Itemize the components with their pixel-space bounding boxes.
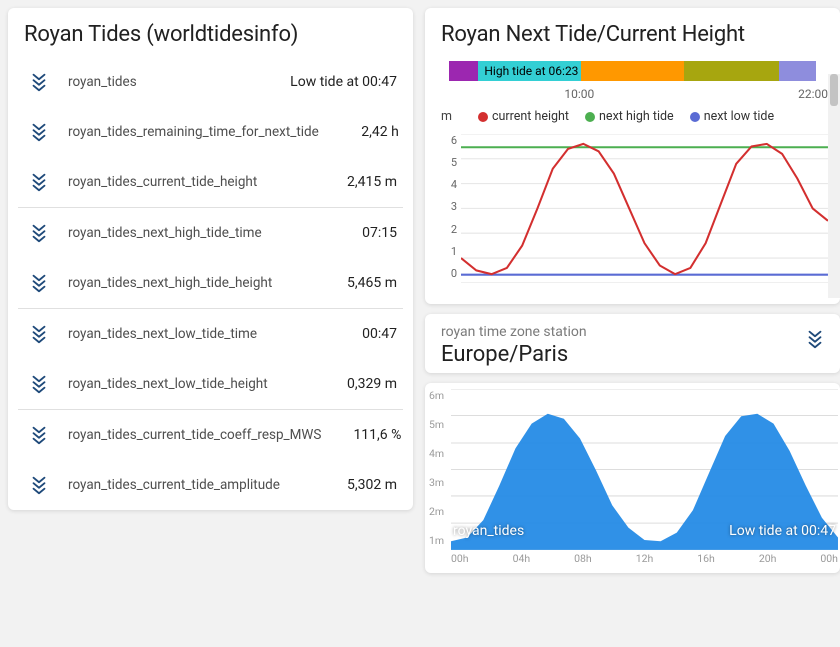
history-segment[interactable] — [449, 61, 478, 81]
entity-value: 2,42 h — [319, 124, 399, 140]
entity-value: 5,465 m — [317, 275, 397, 291]
chart-scrollbar[interactable] — [828, 74, 840, 298]
history-segment[interactable]: High tide at 06:23 — [478, 61, 581, 81]
entity-row[interactable]: royan_tides_current_tide_height2,415 m — [8, 157, 413, 207]
y-axis: 6m 5m 4m 3m 2m 1m — [427, 389, 451, 547]
chevrons-down-icon — [24, 474, 54, 496]
card-title: Royan Tides (worldtidesinfo) — [8, 8, 413, 57]
entity-row[interactable]: royan_tides_next_low_tide_height0,329 m — [8, 359, 413, 409]
entity-row[interactable]: royan_tides_current_tide_coeff_resp_MWS1… — [8, 410, 413, 460]
entity-name: royan_tides_next_high_tide_time — [54, 225, 317, 241]
entity-row[interactable]: royan_tides_next_high_tide_height5,465 m — [8, 258, 413, 308]
entity-value: 07:15 — [317, 225, 397, 241]
entity-row[interactable]: royan_tides_remaining_time_for_next_tide… — [8, 107, 413, 157]
entity-name: royan_tides_current_tide_coeff_resp_MWS — [54, 427, 321, 443]
tick-label: 1m — [429, 534, 451, 547]
tick-label: 16h — [697, 552, 715, 565]
area-overlay: royan_tides Low tide at 00:47 — [451, 523, 838, 539]
line-chart-svg — [461, 134, 828, 283]
line-chart[interactable]: 6543210 — [437, 130, 840, 298]
y-axis-label: m — [441, 109, 452, 124]
chevrons-down-icon — [24, 272, 54, 294]
y-axis: 6543210 — [437, 134, 461, 280]
chevrons-down-icon — [24, 323, 54, 345]
entity-name: royan_tides_current_tide_height — [54, 174, 317, 190]
card-title: Royan Next Tide/Current Height — [425, 8, 840, 57]
entity-row[interactable]: royan_tides_next_high_tide_time07:15 — [8, 208, 413, 258]
chevrons-down-icon — [24, 424, 54, 446]
entity-row[interactable]: royan_tides_current_tide_amplitude5,302 … — [8, 460, 413, 510]
overlay-left-label: royan_tides — [453, 523, 524, 539]
chevrons-down-icon — [24, 71, 54, 93]
x-axis: 00h 04h 08h 12h 16h 20h 00h — [451, 552, 838, 565]
timezone-card[interactable]: royan time zone station Europe/Paris — [425, 314, 840, 373]
history-segment[interactable] — [581, 61, 684, 81]
overlay-right-label: Low tide at 00:47 — [729, 523, 836, 539]
chevrons-down-icon — [24, 121, 54, 143]
history-segment[interactable] — [779, 61, 816, 81]
tide-area-card[interactable]: 6m 5m 4m 3m 2m 1m royan_tides Low tide at 00:… — [425, 383, 840, 573]
chevrons-down-icon — [804, 328, 826, 354]
tides-entities-card: Royan Tides (worldtidesinfo) royan_tides… — [8, 8, 413, 510]
history-segment[interactable] — [684, 61, 779, 81]
legend-item: next high tide — [585, 109, 674, 124]
tick-label: 12h — [636, 552, 654, 565]
legend-item: current height — [478, 109, 569, 124]
tick-label: 6m — [429, 389, 451, 402]
tick-label: 2m — [429, 505, 451, 518]
chart-legend: m current height next high tide next low t… — [425, 103, 840, 128]
entity-name: royan_tides — [54, 74, 290, 90]
entity-value: Low tide at 00:47 — [290, 74, 397, 90]
next-tide-card: Royan Next Tide/Current Height High tide… — [425, 8, 840, 304]
entity-name: royan_tides_next_low_tide_time — [54, 326, 317, 342]
chevrons-down-icon — [24, 373, 54, 395]
entity-name: royan_tides_next_high_tide_height — [54, 275, 317, 291]
tick-label: 20h — [759, 552, 777, 565]
entity-value: 2,415 m — [317, 174, 397, 190]
entity-value: 00:47 — [317, 326, 397, 342]
time-ticks: 10:00 22:00 — [437, 81, 828, 103]
tick-label: 00h — [451, 552, 469, 565]
scrollbar-thumb[interactable] — [830, 74, 838, 106]
segment-label: High tide at 06:23 — [478, 61, 578, 81]
legend-item: next low tide — [690, 109, 774, 124]
history-bar[interactable]: High tide at 06:23 — [449, 61, 816, 81]
entity-row[interactable]: royan_tidesLow tide at 00:47 — [8, 57, 413, 107]
chevrons-down-icon — [24, 171, 54, 193]
tz-value: Europe/Paris — [441, 342, 824, 367]
entity-value: 0,329 m — [317, 376, 397, 392]
entity-name: royan_tides_current_tide_amplitude — [54, 477, 317, 493]
tick-label: 22:00 — [798, 87, 828, 101]
entity-row[interactable]: royan_tides_next_low_tide_time00:47 — [8, 309, 413, 359]
entity-name: royan_tides_next_low_tide_height — [54, 376, 317, 392]
tick-label: 04h — [513, 552, 531, 565]
tick-label: 4m — [429, 447, 451, 460]
tz-subtitle: royan time zone station — [441, 324, 824, 340]
tick-label: 3m — [429, 476, 451, 489]
entity-value: 111,6 % — [321, 427, 401, 443]
chevrons-down-icon — [24, 222, 54, 244]
tick-label: 5m — [429, 418, 451, 431]
tick-label: 00h — [820, 552, 838, 565]
entity-name: royan_tides_remaining_time_for_next_tide — [54, 124, 319, 140]
entity-value: 5,302 m — [317, 477, 397, 493]
tick-label: 08h — [574, 552, 592, 565]
tick-label: 10:00 — [564, 87, 594, 101]
